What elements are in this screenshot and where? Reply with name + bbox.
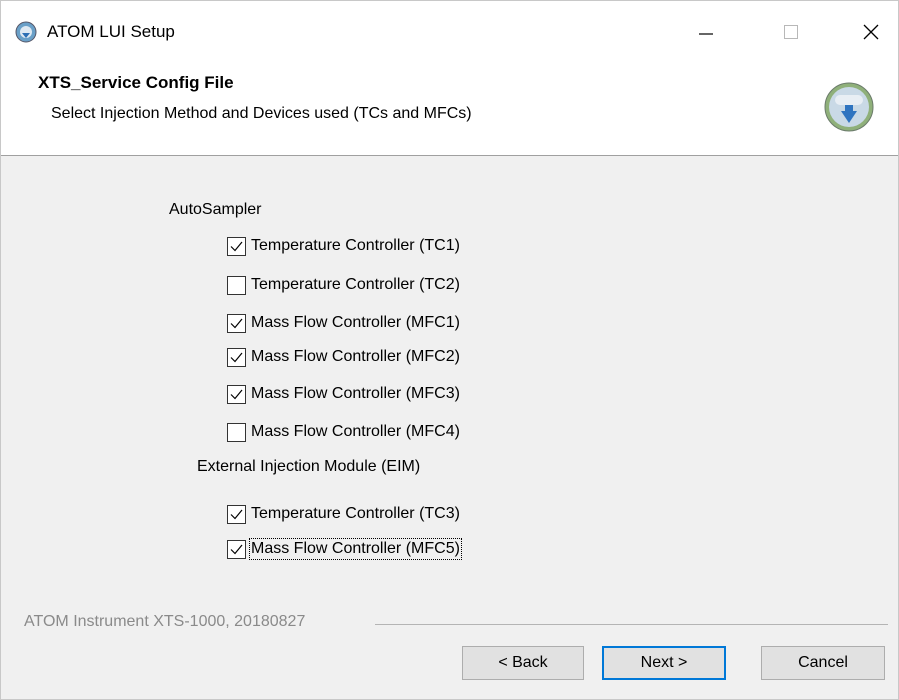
checkbox-label: Temperature Controller (TC1) <box>251 237 460 254</box>
checkbox-box[interactable] <box>227 236 246 256</box>
checkbox-box[interactable] <box>227 275 246 295</box>
minimize-icon <box>699 33 713 35</box>
checkmark-icon <box>230 389 243 399</box>
brand-text: ATOM Instrument XTS-1000, 20180827 <box>24 613 306 630</box>
checkbox-mfc3[interactable]: Mass Flow Controller (MFC3) <box>227 381 460 407</box>
next-button[interactable]: Next > <box>602 646 726 680</box>
checkbox-mfc2[interactable]: Mass Flow Controller (MFC2) <box>227 344 460 370</box>
checkbox-label: Temperature Controller (TC3) <box>251 505 460 522</box>
checkbox-label: Mass Flow Controller (MFC3) <box>251 385 460 402</box>
minimize-button[interactable] <box>676 1 736 63</box>
checkbox-box[interactable] <box>227 313 246 333</box>
checkbox-box[interactable] <box>227 504 246 524</box>
group-label-eim: External Injection Module (EIM) <box>197 458 421 475</box>
setup-window: ATOM LUI Setup XTS_Service Config File S… <box>0 0 899 700</box>
maximize-button[interactable] <box>761 1 821 63</box>
title-bar[interactable]: ATOM LUI Setup <box>1 1 898 65</box>
checkmark-icon <box>230 509 243 519</box>
checkmark-icon <box>230 241 243 251</box>
back-button[interactable]: < Back <box>462 646 584 680</box>
header-panel: XTS_Service Config File Select Injection… <box>1 65 898 156</box>
checkbox-mfc1[interactable]: Mass Flow Controller (MFC1) <box>227 310 460 336</box>
checkbox-box[interactable] <box>227 384 246 404</box>
app-icon <box>15 21 37 43</box>
checkbox-label: Mass Flow Controller (MFC2) <box>251 348 460 365</box>
cancel-button[interactable]: Cancel <box>761 646 885 680</box>
maximize-icon <box>784 25 798 39</box>
footer-divider <box>375 624 888 625</box>
checkmark-icon <box>230 318 243 328</box>
close-icon <box>863 24 879 40</box>
installer-icon <box>823 81 875 133</box>
checkbox-label: Mass Flow Controller (MFC4) <box>251 423 460 440</box>
page-subtitle: Select Injection Method and Devices used… <box>51 105 472 122</box>
checkbox-label: Mass Flow Controller (MFC5) <box>249 538 462 560</box>
window-title: ATOM LUI Setup <box>47 22 175 41</box>
close-button[interactable] <box>841 1 899 63</box>
checkbox-mfc4[interactable]: Mass Flow Controller (MFC4) <box>227 419 460 445</box>
checkbox-tc2[interactable]: Temperature Controller (TC2) <box>227 272 460 298</box>
checkbox-box[interactable] <box>227 539 246 559</box>
checkbox-mfc5[interactable]: Mass Flow Controller (MFC5) <box>227 536 462 562</box>
checkbox-box[interactable] <box>227 347 246 367</box>
checkbox-tc1[interactable]: Temperature Controller (TC1) <box>227 233 460 259</box>
page-title: XTS_Service Config File <box>38 73 234 92</box>
checkmark-icon <box>230 544 243 554</box>
checkbox-tc3[interactable]: Temperature Controller (TC3) <box>227 501 460 527</box>
checkmark-icon <box>230 352 243 362</box>
group-label-autosampler: AutoSampler <box>169 201 262 218</box>
checkbox-label: Mass Flow Controller (MFC1) <box>251 314 460 331</box>
checkbox-label: Temperature Controller (TC2) <box>251 276 460 293</box>
checkbox-box[interactable] <box>227 422 246 442</box>
